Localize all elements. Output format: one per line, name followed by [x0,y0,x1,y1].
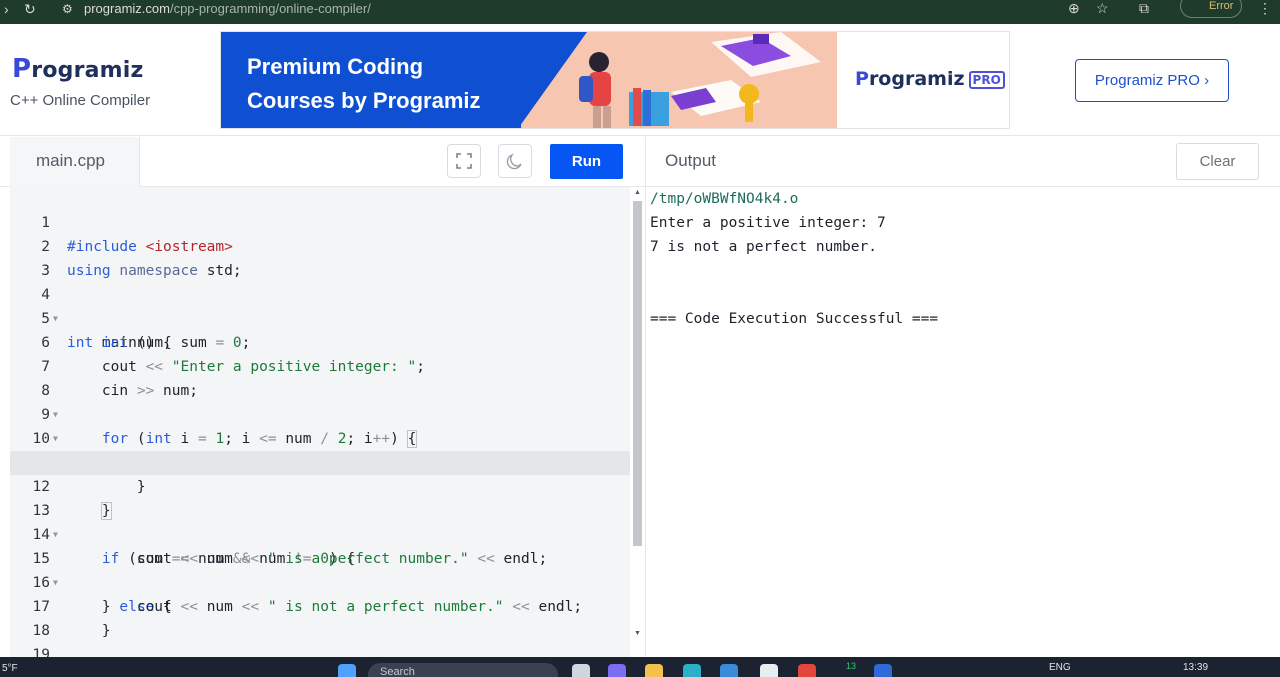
file-tab-main-cpp[interactable]: main.cpp [10,137,140,187]
promo-banner[interactable]: Premium Coding Courses by Programiz Prog… [220,31,1010,129]
code-line: 17 } [32,599,111,639]
bookmark-star-icon[interactable]: ☆ [1096,0,1109,17]
code-line: 9 ▼ if (num % i == 0) { [10,379,630,471]
edge-icon[interactable] [683,664,701,677]
language-indicator[interactable]: ENG [1049,662,1071,673]
output-line: === Code Execution Successful === [650,311,939,327]
address-bar[interactable]: programiz.com/cpp-programming/online-com… [84,1,371,16]
clock[interactable]: 13:39 [1183,662,1208,673]
code-line: 6 cout << "Enter a positive integer: "; [41,335,425,375]
store-icon[interactable] [720,664,738,677]
scroll-thumb[interactable] [633,201,642,546]
editor-scrollbar[interactable]: ▲ ▼ [630,187,645,657]
code-line: 15 ▼ } else { [32,551,172,615]
banner-illustration [517,32,837,128]
output-title: Output [665,151,717,170]
output-console: /tmp/oWBWfNO4k4.o Enter a positive integ… [645,187,1280,657]
code-line: 5 int num, sum = 0; [41,311,251,351]
extensions-icon[interactable]: ⧉ [1139,0,1149,17]
scroll-up-icon[interactable]: ▲ [634,189,641,196]
code-line: 18 [32,623,50,639]
code-line: 14 cout << num << " is a perfect number.… [32,527,548,567]
code-line: 8 ▼ for (int i = 1; i <= num / 2; i++) { [41,383,418,448]
programiz-pro-logo: Programiz PRO [855,68,1005,90]
output-line: /tmp/oWBWfNO4k4.o [650,191,799,207]
banner-title: Premium Coding Courses by Programiz [247,54,481,113]
file-explorer-icon[interactable] [645,664,663,677]
output-line: Enter a positive integer: 7 [650,215,886,231]
code-line: 16 cout << num << " is not a perfect num… [32,575,583,615]
moon-icon [506,153,522,170]
windows-start-icon[interactable] [338,664,356,677]
fullscreen-button[interactable] [447,144,481,178]
banner-brand-panel: Programiz PRO [837,32,1009,128]
site-settings-icon[interactable]: ⚙ [62,2,73,16]
teams-icon[interactable] [608,664,626,677]
clear-button[interactable]: Clear [1176,143,1259,180]
output-line: 7 is not a perfect number. [650,239,877,255]
code-line: 2 using namespace std; [41,239,242,279]
code-line: 7 cin >> num; [41,359,198,399]
profile-error-label: Error [1209,0,1234,12]
scroll-down-icon[interactable]: ▼ [634,630,641,637]
code-line: 4 ▼ int main() { [41,287,172,351]
weather-label[interactable]: 5°F [2,663,18,674]
code-line: 19 return 0; [32,647,50,657]
forward-icon[interactable]: › [4,1,9,17]
site-header: Programiz C++ Online Compiler Premium Co… [0,24,1280,136]
page-subtitle: C++ Online Compiler [10,92,151,109]
zoom-icon[interactable]: ⊕ [1068,0,1080,17]
theme-toggle-button[interactable] [498,144,532,178]
code-line: 3 [41,263,50,279]
reload-icon[interactable]: ↻ [24,1,36,18]
output-toolbar: Output Clear [645,137,1280,187]
browser-toolbar: › ↻ ⚙ programiz.com/cpp-programming/onli… [0,0,1280,24]
notification-badge: 13 [846,661,857,671]
editor-toolbar: main.cpp Run [0,137,645,187]
task-view-icon[interactable] [572,664,590,677]
word-icon[interactable] [874,664,892,677]
run-button[interactable]: Run [550,144,623,179]
windows-taskbar: 5°F Search 13 ENG 13:39 [0,657,1280,677]
code-line: 10 sum += i; [32,431,251,471]
taskbar-search[interactable]: Search [368,663,558,677]
chrome-icon[interactable] [798,664,816,677]
document-app-icon[interactable] [760,664,778,677]
menu-dots-icon[interactable]: ⋮ [1258,0,1272,17]
fullscreen-icon [456,153,472,169]
code-line: 1 #include <iostream> [41,215,233,255]
code-line-active: 12 } [10,451,630,520]
code-editor[interactable]: 1 #include <iostream> 2 using namespace … [10,187,630,657]
code-line: 11 } [33,455,146,495]
programiz-logo[interactable]: Programiz [12,54,144,84]
banner-left-panel: Premium Coding Courses by Programiz [221,32,521,128]
code-line: 13 ▼ if (sum == num && num != 0) { [32,503,356,567]
programiz-pro-button[interactable]: Programiz PRO › [1075,59,1229,102]
